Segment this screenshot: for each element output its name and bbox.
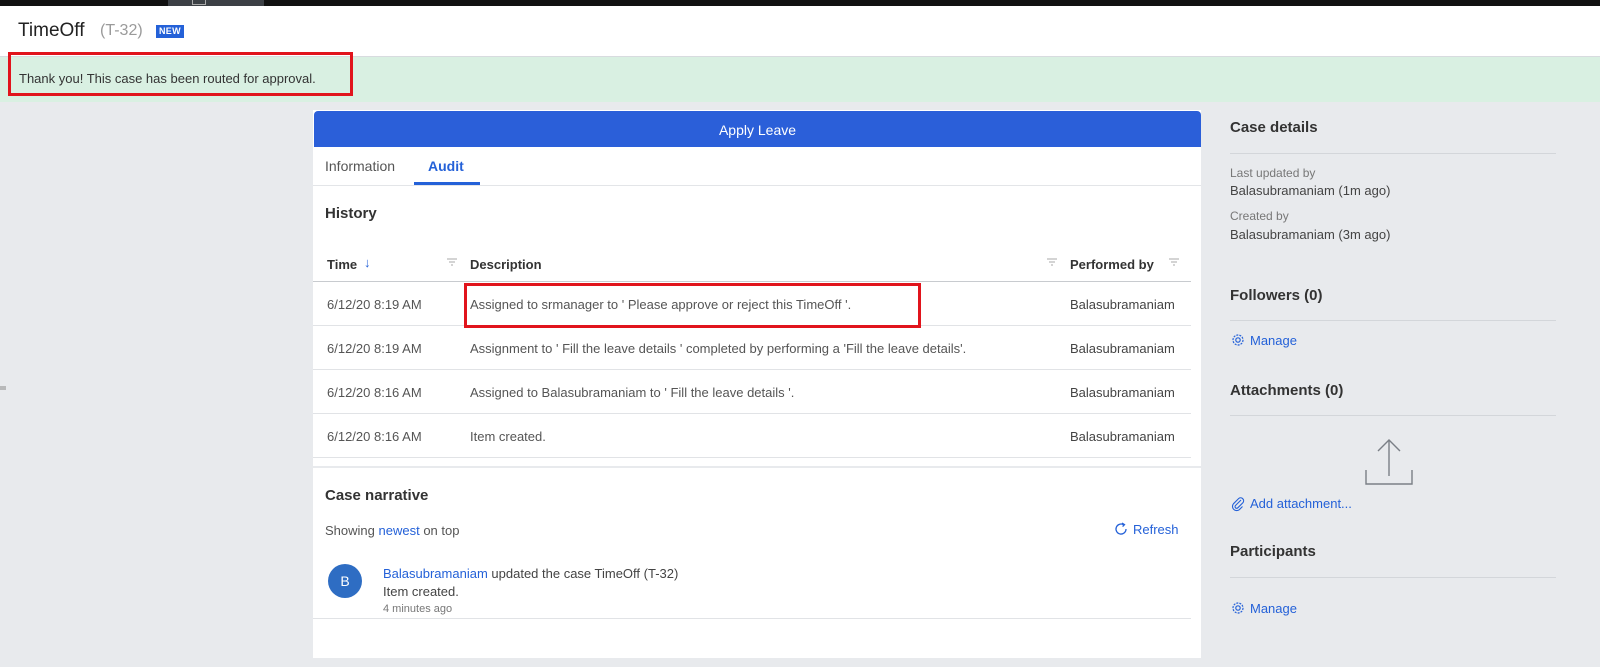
sidebar-divider: [1230, 320, 1556, 321]
last-updated-value: Balasubramaniam (1m ago): [1230, 183, 1391, 198]
avatar[interactable]: B: [328, 564, 362, 598]
column-header-time[interactable]: Time: [327, 257, 357, 272]
cell-performed-by: Balasubramaniam: [1070, 297, 1175, 312]
upload-icon[interactable]: [1364, 436, 1414, 486]
cell-performed-by: Balasubramaniam: [1070, 385, 1175, 400]
cell-description: Assignment to ' Fill the leave details '…: [470, 341, 967, 356]
case-header: TimeOff (T-32) NEW: [0, 6, 1600, 57]
narrative-action-text: updated the case TimeOff (T-32): [491, 566, 679, 581]
tabs-divider: [313, 185, 1201, 186]
cell-time: 6/12/20 8:16 AM: [327, 429, 422, 444]
row-divider: [313, 457, 1191, 458]
narrative-entry-summary: Balasubramaniam updated the case TimeOff…: [383, 566, 678, 581]
tab-audit[interactable]: Audit: [428, 158, 464, 174]
refresh-icon[interactable]: [1113, 521, 1129, 537]
last-updated-label: Last updated by: [1230, 166, 1316, 180]
attachments-heading: Attachments (0): [1230, 382, 1344, 399]
gear-icon[interactable]: [1230, 600, 1246, 616]
followers-manage-link[interactable]: Manage: [1250, 333, 1297, 348]
sort-order-link[interactable]: newest: [379, 523, 420, 538]
participants-manage-link[interactable]: Manage: [1250, 601, 1297, 616]
filter-icon[interactable]: [1168, 257, 1180, 269]
followers-heading: Followers (0): [1230, 287, 1323, 304]
created-by-label: Created by: [1230, 209, 1289, 223]
sidebar-divider: [1230, 415, 1556, 416]
cell-description: Assigned to Balasubramaniam to ' Fill th…: [470, 385, 795, 400]
filter-icon[interactable]: [1046, 257, 1058, 269]
tab-information[interactable]: Information: [325, 158, 395, 174]
column-header-performed-by[interactable]: Performed by: [1070, 257, 1154, 272]
showing-prefix: Showing: [325, 523, 375, 538]
sidebar-divider: [1230, 153, 1556, 154]
case-main-panel: Apply Leave Information Audit History Ti…: [313, 110, 1201, 658]
annotation-highlight-box: [464, 283, 921, 328]
add-attachment-link[interactable]: Add attachment...: [1250, 496, 1352, 511]
refresh-link[interactable]: Refresh: [1133, 522, 1179, 537]
paperclip-icon[interactable]: [1230, 496, 1246, 512]
section-divider: [313, 466, 1201, 468]
participants-heading: Participants: [1230, 543, 1316, 560]
narrative-divider: [313, 618, 1191, 619]
annotation-highlight-box: [8, 52, 353, 96]
apply-leave-action-bar[interactable]: Apply Leave: [314, 111, 1201, 147]
case-id: (T-32): [100, 22, 143, 39]
resize-grip-icon[interactable]: [0, 385, 6, 391]
filter-icon[interactable]: [446, 257, 458, 269]
cell-time: 6/12/20 8:19 AM: [327, 297, 422, 312]
cell-time: 6/12/20 8:19 AM: [327, 341, 422, 356]
showing-suffix: on top: [423, 523, 460, 538]
case-details-heading: Case details: [1230, 119, 1318, 136]
case-narrative-heading: Case narrative: [325, 487, 429, 504]
gear-icon[interactable]: [1230, 332, 1246, 348]
cell-time: 6/12/20 8:16 AM: [327, 385, 422, 400]
case-title: TimeOff: [18, 20, 85, 41]
cell-performed-by: Balasubramaniam: [1070, 341, 1175, 356]
created-by-value: Balasubramaniam (3m ago): [1230, 227, 1391, 242]
sort-down-icon[interactable]: ↓: [364, 255, 371, 270]
cell-performed-by: Balasubramaniam: [1070, 429, 1175, 444]
column-header-description[interactable]: Description: [470, 257, 542, 272]
narrative-entry-detail: Item created.: [383, 584, 459, 599]
row-divider: [313, 369, 1191, 370]
tab-icon: [192, 0, 206, 5]
history-heading: History: [325, 205, 377, 222]
narrative-entry-timestamp: 4 minutes ago: [383, 603, 453, 615]
sidebar-divider: [1230, 577, 1556, 578]
cell-description: Item created.: [470, 429, 546, 444]
narrative-user-link[interactable]: Balasubramaniam: [383, 566, 488, 581]
table-header-divider: [313, 281, 1191, 282]
row-divider: [313, 413, 1191, 414]
narrative-sort-text: Showing newest on top: [325, 523, 459, 538]
status-badge: NEW: [156, 25, 184, 38]
